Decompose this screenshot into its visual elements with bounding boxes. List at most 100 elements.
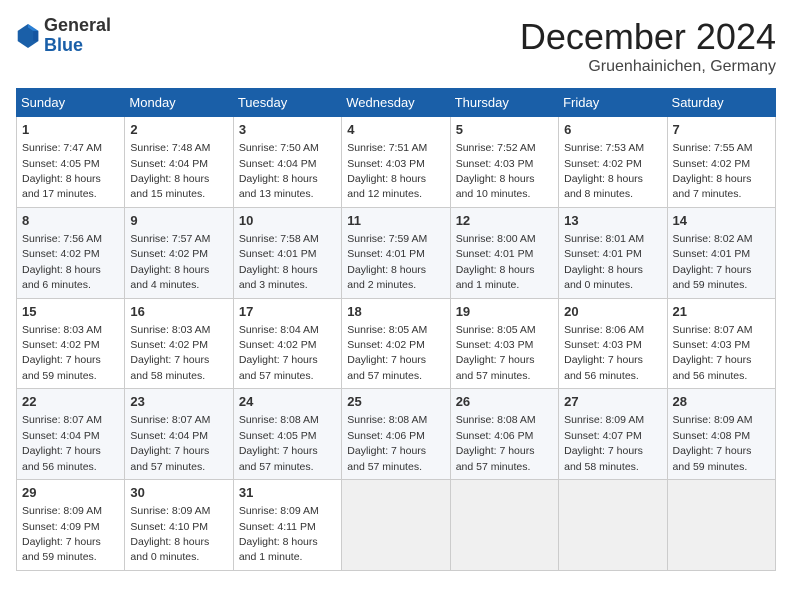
day-cell-7: 7 Sunrise: 7:55 AM Sunset: 4:02 PM Daylig… [667,117,775,208]
day-info: Sunrise: 8:09 AM Sunset: 4:09 PM Dayligh… [22,505,102,563]
day-cell-5: 5 Sunrise: 7:52 AM Sunset: 4:03 PM Daylig… [450,117,558,208]
day-number: 12 [456,212,553,230]
day-cell-1: 1 Sunrise: 7:47 AM Sunset: 4:05 PM Daylig… [17,117,125,208]
day-cell-26: 26 Sunrise: 8:08 AM Sunset: 4:06 PM Dayli… [450,389,558,480]
weekday-tuesday: Tuesday [233,89,341,117]
day-info: Sunrise: 8:07 AM Sunset: 4:04 PM Dayligh… [130,414,210,472]
day-cell-18: 18 Sunrise: 8:05 AM Sunset: 4:02 PM Dayli… [342,298,450,389]
day-info: Sunrise: 8:05 AM Sunset: 4:02 PM Dayligh… [347,324,427,382]
logo: General Blue [16,16,111,56]
day-cell-19: 19 Sunrise: 8:05 AM Sunset: 4:03 PM Dayli… [450,298,558,389]
day-info: Sunrise: 7:48 AM Sunset: 4:04 PM Dayligh… [130,142,210,200]
location: Gruenhainichen, Germany [520,58,776,76]
week-row-3: 15 Sunrise: 8:03 AM Sunset: 4:02 PM Dayli… [17,298,776,389]
day-info: Sunrise: 7:52 AM Sunset: 4:03 PM Dayligh… [456,142,536,200]
day-cell-28: 28 Sunrise: 8:09 AM Sunset: 4:08 PM Dayli… [667,389,775,480]
day-cell-14: 14Sunrise: 8:02 AM Sunset: 4:01 PM Dayli… [667,207,775,298]
day-number: 5 [456,121,553,139]
day-cell-31: 31 Sunrise: 8:09 AM Sunset: 4:11 PM Dayli… [233,480,341,571]
day-info: Sunrise: 8:02 AM Sunset: 4:01 PM Dayligh… [673,233,753,291]
day-number: 13 [564,212,661,230]
day-info: Sunrise: 7:50 AM Sunset: 4:04 PM Dayligh… [239,142,319,200]
day-info: Sunrise: 7:57 AM Sunset: 4:02 PM Dayligh… [130,233,210,291]
day-cell-15: 15 Sunrise: 8:03 AM Sunset: 4:02 PM Dayli… [17,298,125,389]
day-info: Sunrise: 7:47 AM Sunset: 4:05 PM Dayligh… [22,142,102,200]
weekday-monday: Monday [125,89,233,117]
day-number: 7 [673,121,770,139]
month-title: December 2024 [520,16,776,58]
day-info: Sunrise: 7:58 AM Sunset: 4:01 PM Dayligh… [239,233,319,291]
day-info: Sunrise: 7:53 AM Sunset: 4:02 PM Dayligh… [564,142,644,200]
day-number: 20 [564,303,661,321]
day-cell-9: 9 Sunrise: 7:57 AM Sunset: 4:02 PM Daylig… [125,207,233,298]
title-block: December 2024 Gruenhainichen, Germany [520,16,776,76]
day-cell-3: 3 Sunrise: 7:50 AM Sunset: 4:04 PM Daylig… [233,117,341,208]
day-number: 11 [347,212,444,230]
day-cell-6: 6 Sunrise: 7:53 AM Sunset: 4:02 PM Daylig… [559,117,667,208]
day-number: 4 [347,121,444,139]
day-cell-11: 11Sunrise: 7:59 AM Sunset: 4:01 PM Dayli… [342,207,450,298]
day-info: Sunrise: 8:05 AM Sunset: 4:03 PM Dayligh… [456,324,536,382]
weekday-header-row: SundayMondayTuesdayWednesdayThursdayFrid… [17,89,776,117]
day-number: 16 [130,303,227,321]
day-info: Sunrise: 8:08 AM Sunset: 4:06 PM Dayligh… [456,414,536,472]
day-cell-17: 17 Sunrise: 8:04 AM Sunset: 4:02 PM Dayli… [233,298,341,389]
day-number: 15 [22,303,119,321]
day-number: 28 [673,393,770,411]
day-number: 24 [239,393,336,411]
weekday-wednesday: Wednesday [342,89,450,117]
day-cell-30: 30Sunrise: 8:09 AM Sunset: 4:10 PM Dayli… [125,480,233,571]
day-number: 17 [239,303,336,321]
empty-cell [559,480,667,571]
week-row-5: 29Sunrise: 8:09 AM Sunset: 4:09 PM Dayli… [17,480,776,571]
day-number: 21 [673,303,770,321]
day-info: Sunrise: 8:09 AM Sunset: 4:07 PM Dayligh… [564,414,644,472]
day-number: 26 [456,393,553,411]
day-number: 23 [130,393,227,411]
day-info: Sunrise: 8:03 AM Sunset: 4:02 PM Dayligh… [130,324,210,382]
day-info: Sunrise: 7:56 AM Sunset: 4:02 PM Dayligh… [22,233,102,291]
logo-blue-text: Blue [44,36,111,56]
page-header: General Blue December 2024 Gruenhainiche… [16,16,776,76]
day-number: 10 [239,212,336,230]
day-cell-29: 29Sunrise: 8:09 AM Sunset: 4:09 PM Dayli… [17,480,125,571]
day-cell-12: 12Sunrise: 8:00 AM Sunset: 4:01 PM Dayli… [450,207,558,298]
day-number: 9 [130,212,227,230]
day-info: Sunrise: 7:55 AM Sunset: 4:02 PM Dayligh… [673,142,753,200]
weekday-sunday: Sunday [17,89,125,117]
day-number: 27 [564,393,661,411]
day-info: Sunrise: 8:03 AM Sunset: 4:02 PM Dayligh… [22,324,102,382]
logo-icon [16,22,40,50]
day-number: 6 [564,121,661,139]
day-number: 1 [22,121,119,139]
empty-cell [342,480,450,571]
empty-cell [667,480,775,571]
day-cell-23: 23 Sunrise: 8:07 AM Sunset: 4:04 PM Dayli… [125,389,233,480]
empty-cell [450,480,558,571]
day-info: Sunrise: 8:09 AM Sunset: 4:11 PM Dayligh… [239,505,319,563]
day-info: Sunrise: 8:04 AM Sunset: 4:02 PM Dayligh… [239,324,319,382]
day-number: 3 [239,121,336,139]
week-row-1: 1 Sunrise: 7:47 AM Sunset: 4:05 PM Daylig… [17,117,776,208]
day-info: Sunrise: 8:09 AM Sunset: 4:08 PM Dayligh… [673,414,753,472]
weekday-saturday: Saturday [667,89,775,117]
day-number: 22 [22,393,119,411]
day-cell-21: 21Sunrise: 8:07 AM Sunset: 4:03 PM Dayli… [667,298,775,389]
day-cell-27: 27 Sunrise: 8:09 AM Sunset: 4:07 PM Dayli… [559,389,667,480]
logo-general-text: General [44,16,111,36]
day-info: Sunrise: 8:09 AM Sunset: 4:10 PM Dayligh… [130,505,210,563]
day-number: 31 [239,484,336,502]
day-info: Sunrise: 7:51 AM Sunset: 4:03 PM Dayligh… [347,142,427,200]
day-number: 19 [456,303,553,321]
day-cell-10: 10 Sunrise: 7:58 AM Sunset: 4:01 PM Dayli… [233,207,341,298]
day-cell-16: 16 Sunrise: 8:03 AM Sunset: 4:02 PM Dayli… [125,298,233,389]
day-number: 18 [347,303,444,321]
day-cell-22: 22Sunrise: 8:07 AM Sunset: 4:04 PM Dayli… [17,389,125,480]
day-cell-2: 2Sunrise: 7:48 AM Sunset: 4:04 PM Daylig… [125,117,233,208]
day-cell-24: 24Sunrise: 8:08 AM Sunset: 4:05 PM Dayli… [233,389,341,480]
day-number: 8 [22,212,119,230]
week-row-4: 22 Sunrise: 8:07 AM Sunset: 4:04 PM Dayli… [17,389,776,480]
day-cell-8: 8 Sunrise: 7:56 AM Sunset: 4:02 PM Daylig… [17,207,125,298]
day-cell-20: 20Sunrise: 8:06 AM Sunset: 4:03 PM Dayli… [559,298,667,389]
weekday-friday: Friday [559,89,667,117]
